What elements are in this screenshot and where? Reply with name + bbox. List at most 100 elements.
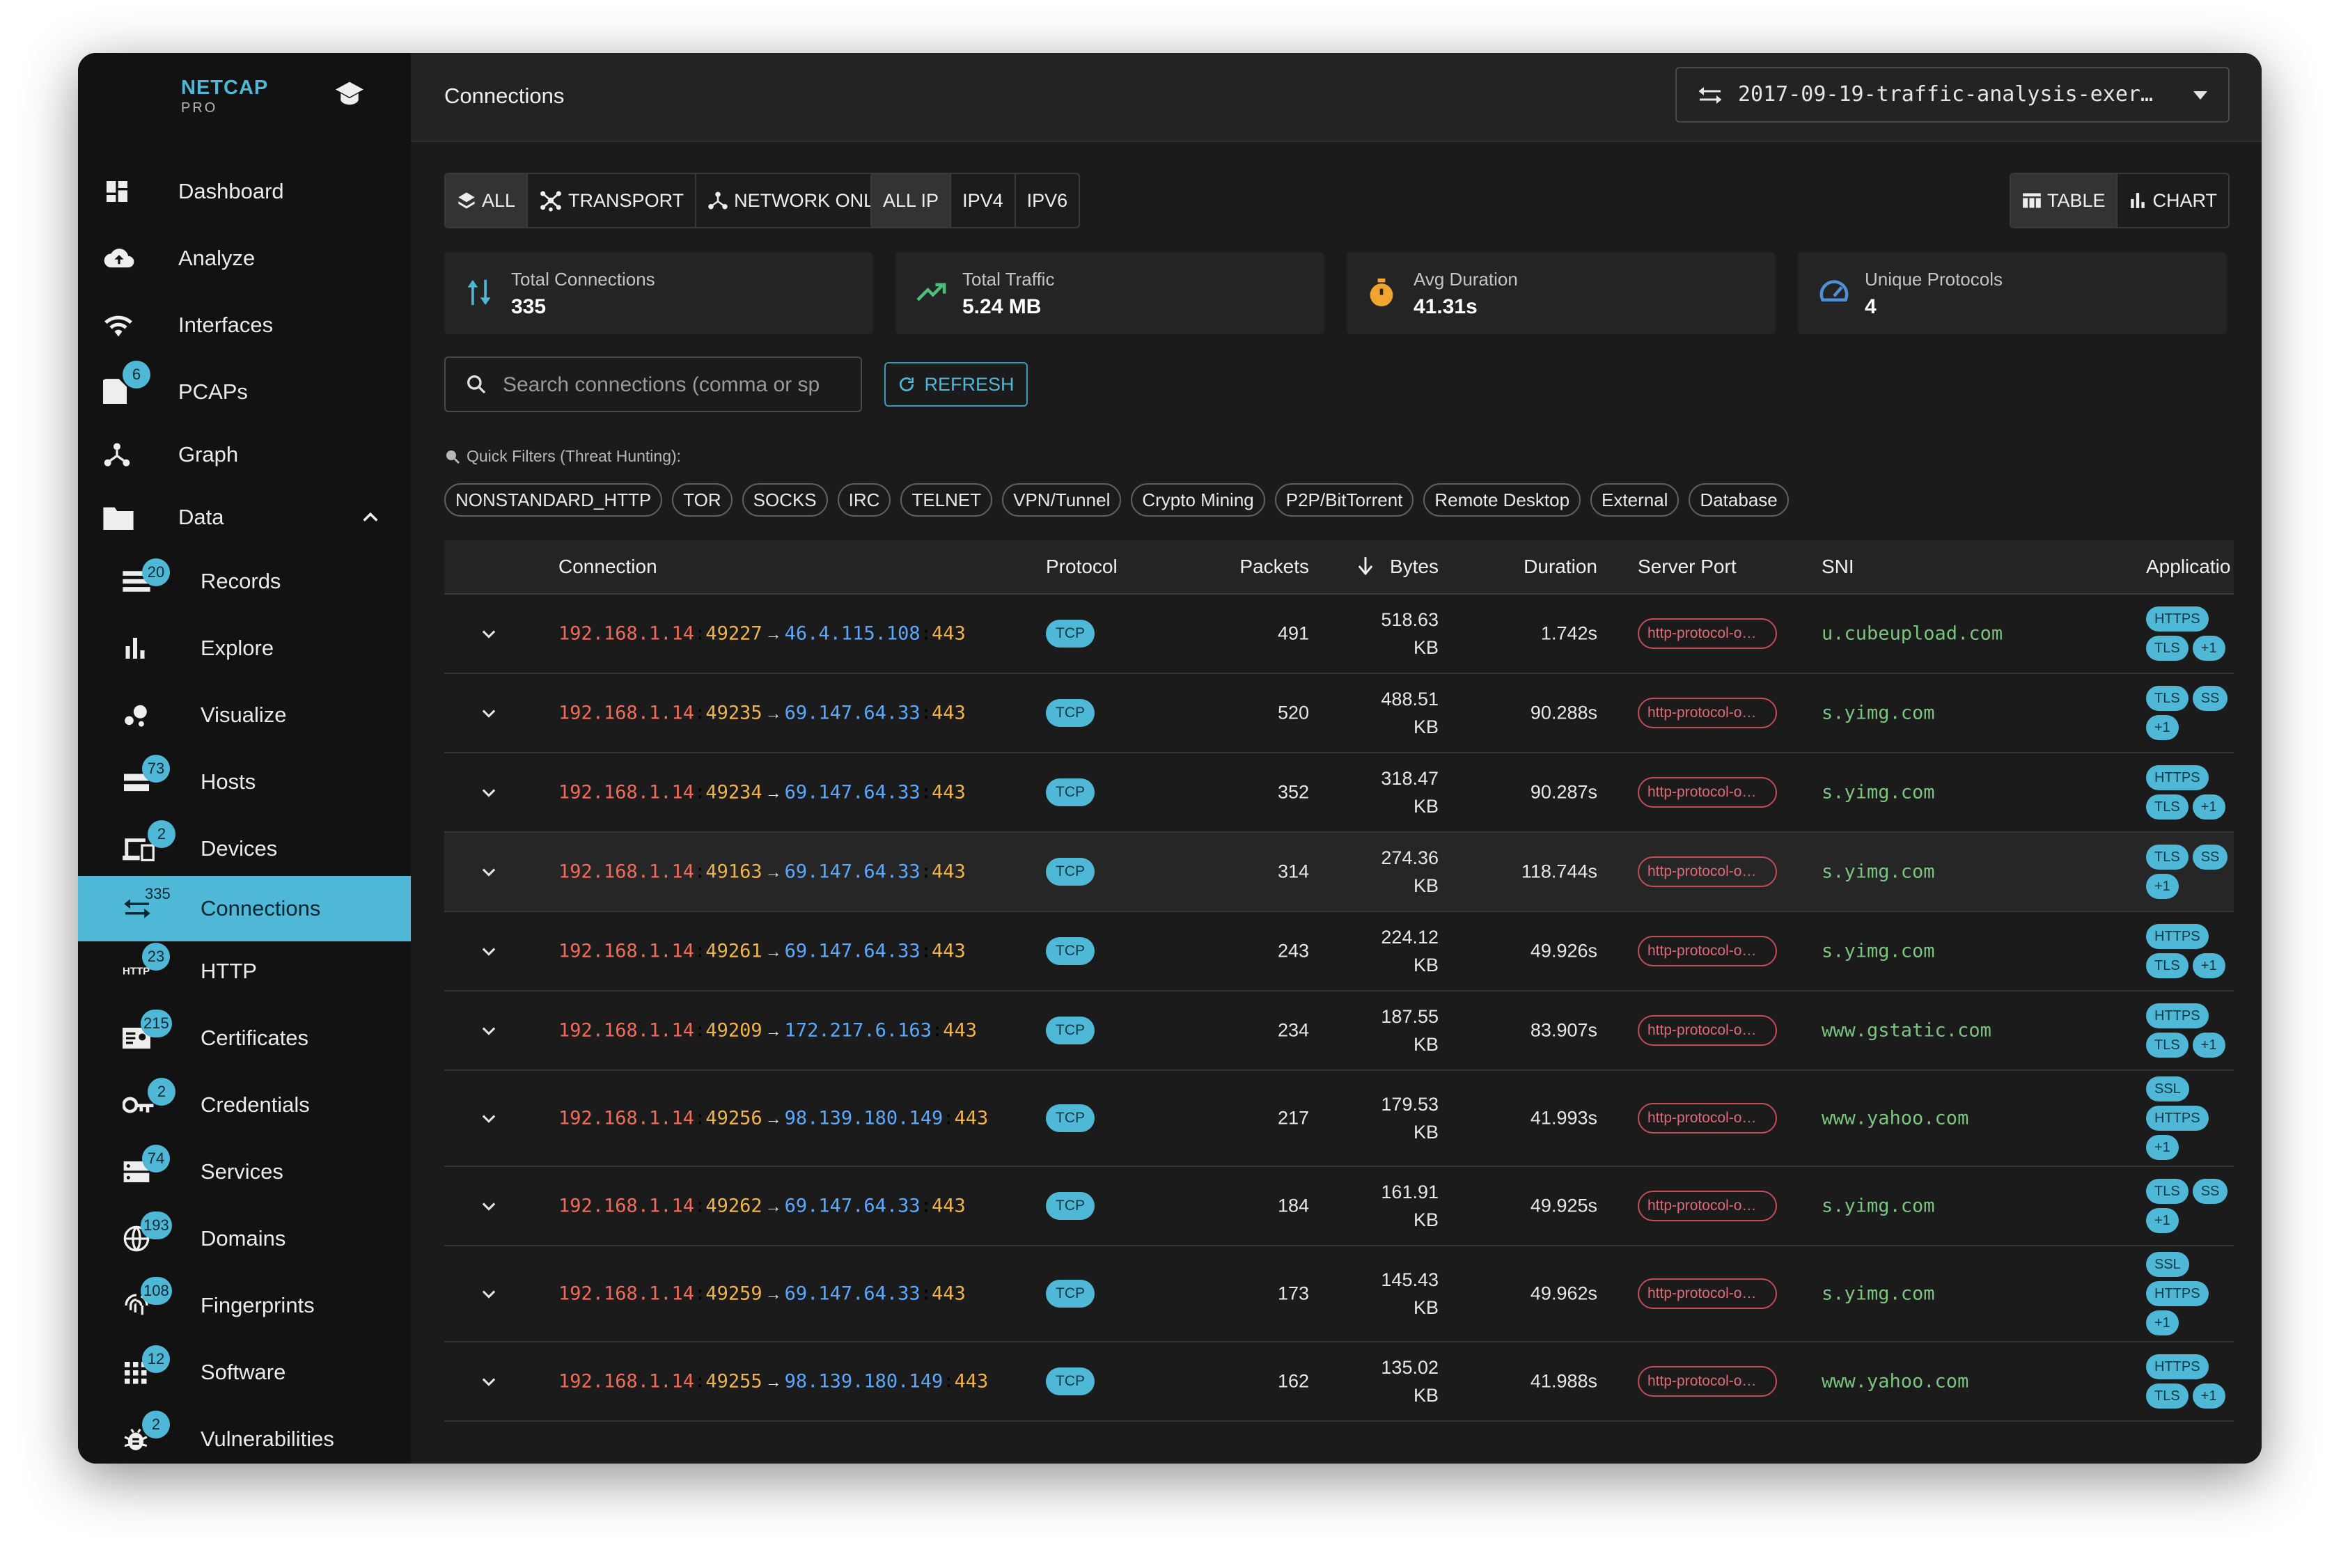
- source-ip: 192.168.1.14: [558, 622, 695, 645]
- column-header-sni[interactable]: SNI: [1822, 556, 1854, 578]
- sidebar-item-data[interactable]: Data: [78, 485, 411, 550]
- server-port-badge: http-protocol-o…: [1638, 1366, 1777, 1397]
- chip-irc[interactable]: IRC: [837, 483, 891, 517]
- bytes-unit: KB: [1413, 1209, 1439, 1230]
- expand-row-chevron-icon[interactable]: [479, 783, 499, 802]
- bytes-cell: 145.43 KB: [1381, 1266, 1439, 1322]
- sidebar-item-pcaps[interactable]: 6 PCAPs: [78, 359, 411, 425]
- graduation-cap-icon[interactable]: [334, 79, 365, 107]
- table-row[interactable]: 192.168.1.14:49234 → 69.147.64.33:443 TCP 35…: [444, 753, 2234, 833]
- pcap-file-select[interactable]: 2017-09-19-traffic-analysis-exer…: [1675, 67, 2230, 123]
- table-row[interactable]: 192.168.1.14:49235 → 69.147.64.33:443 TCP 52…: [444, 674, 2234, 753]
- sidebar-item-credentials[interactable]: 2 Credentials: [78, 1072, 411, 1138]
- column-header-protocol[interactable]: Protocol: [1046, 556, 1118, 578]
- expand-row-chevron-icon[interactable]: [479, 624, 499, 643]
- table-row[interactable]: 192.168.1.14:49209 → 172.217.6.163:443 TCP 2…: [444, 991, 2234, 1071]
- table-row[interactable]: 192.168.1.14:49261 → 69.147.64.33:443 TCP 24…: [444, 912, 2234, 991]
- filter-ipv6-button[interactable]: IPV6: [1016, 174, 1079, 227]
- sidebar-item-vulnerabilities[interactable]: 2 Vulnerabilities: [78, 1406, 411, 1464]
- expand-row-chevron-icon[interactable]: [479, 1108, 499, 1128]
- chip-database[interactable]: Database: [1689, 483, 1789, 517]
- view-chart-button[interactable]: CHART: [2117, 174, 2228, 227]
- app-badge: SSL: [2146, 1076, 2189, 1101]
- bytes-unit: KB: [1413, 1034, 1439, 1055]
- app-badge: TLS: [2146, 1383, 2189, 1409]
- chip-telnet[interactable]: TELNET: [900, 483, 993, 517]
- sidebar-item-records[interactable]: 20 Records: [78, 549, 411, 614]
- search-input[interactable]: [501, 358, 856, 412]
- table-row[interactable]: 192.168.1.14:49259 → 69.147.64.33:443 TCP 17…: [444, 1246, 2234, 1342]
- stat-card-unique-protocols: Unique Protocols 4: [1798, 252, 2227, 334]
- packets-cell: 352: [1277, 781, 1309, 803]
- chip-vpn-tunnel[interactable]: VPN/Tunnel: [1002, 483, 1122, 517]
- sidebar-item-certificates[interactable]: 215 Certificates: [78, 1005, 411, 1071]
- filter-transport-button[interactable]: TRANSPORT: [528, 174, 697, 227]
- column-header-packets[interactable]: Packets: [1239, 556, 1309, 578]
- expand-row-chevron-icon[interactable]: [479, 941, 499, 961]
- table-row[interactable]: 192.168.1.14:49256 → 98.139.180.149:443 TCP…: [444, 1071, 2234, 1167]
- sidebar-item-interfaces[interactable]: Interfaces: [78, 292, 411, 358]
- column-header-connection[interactable]: Connection: [558, 556, 657, 578]
- chip-external[interactable]: External: [1590, 483, 1680, 517]
- expand-row-chevron-icon[interactable]: [479, 862, 499, 881]
- sidebar-item-fingerprints[interactable]: 108 Fingerprints: [78, 1273, 411, 1338]
- expand-row-chevron-icon[interactable]: [479, 1021, 499, 1040]
- sidebar-item-explore[interactable]: Explore: [78, 616, 411, 681]
- expand-row-chevron-icon[interactable]: [479, 1284, 499, 1303]
- sidebar-item-visualize[interactable]: Visualize: [78, 682, 411, 748]
- expand-row-chevron-icon[interactable]: [479, 1196, 499, 1216]
- packets-cell: 243: [1277, 940, 1309, 962]
- table-row[interactable]: 192.168.1.14:49163 → 69.147.64.33:443 TCP 31…: [444, 833, 2234, 912]
- bytes-unit: KB: [1413, 875, 1439, 896]
- column-header-server-port[interactable]: Server Port: [1638, 556, 1737, 578]
- sidebar-item-dashboard[interactable]: Dashboard: [78, 159, 411, 224]
- expand-row-chevron-icon[interactable]: [479, 1372, 499, 1391]
- application-badges: SSL HTTPS +1: [2146, 1252, 2234, 1335]
- chip-p2p-bittorrent[interactable]: P2P/BitTorrent: [1274, 483, 1414, 517]
- sidebar-item-software[interactable]: 12 Software: [78, 1340, 411, 1405]
- network-icon: [708, 191, 728, 210]
- table-row[interactable]: [444, 1422, 2234, 1450]
- chip-nonstandard-http[interactable]: NONSTANDARD_HTTP: [444, 483, 663, 517]
- filter-ipv4-button[interactable]: IPV4: [951, 174, 1016, 227]
- column-header-duration[interactable]: Duration: [1524, 556, 1597, 578]
- sidebar-item-devices[interactable]: 2 Devices: [78, 816, 411, 881]
- chip-tor[interactable]: TOR: [672, 483, 733, 517]
- chip-crypto-mining[interactable]: Crypto Mining: [1131, 483, 1265, 517]
- filter-network-only-button[interactable]: NETWORK ONLY: [696, 174, 896, 227]
- duration-cell: 118.744s: [1521, 861, 1597, 882]
- column-header-application[interactable]: Applicatio: [2146, 556, 2230, 578]
- chip-remote-desktop[interactable]: Remote Desktop: [1423, 483, 1581, 517]
- table-row[interactable]: 192.168.1.14:49255 → 98.139.180.149:443 TCP…: [444, 1342, 2234, 1422]
- table-row[interactable]: 192.168.1.14:49227 → 46.4.115.108:443 TCP 49…: [444, 595, 2234, 674]
- sidebar-item-domains[interactable]: 193 Domains: [78, 1206, 411, 1271]
- protocol-badge: TCP: [1046, 1280, 1095, 1308]
- sidebar-item-hosts[interactable]: 73 Hosts: [78, 749, 411, 815]
- view-table-button[interactable]: TABLE: [2010, 174, 2118, 227]
- connection-cell: 192.168.1.14:49261 → 69.147.64.33:443: [558, 940, 966, 962]
- sidebar-item-services[interactable]: 74 Services: [78, 1139, 411, 1205]
- filter-ipv6-label: IPV6: [1026, 189, 1068, 211]
- column-header-bytes[interactable]: Bytes: [1390, 556, 1439, 578]
- connection-cell: 192.168.1.14:49259 → 69.147.64.33:443: [558, 1283, 966, 1305]
- view-chart-label: CHART: [2152, 189, 2217, 211]
- table-row[interactable]: 192.168.1.14:49262 → 69.147.64.33:443 TCP 18…: [444, 1167, 2234, 1246]
- destination-ip: 69.147.64.33: [784, 940, 921, 962]
- chip-socks[interactable]: SOCKS: [742, 483, 828, 517]
- sidebar-item-http[interactable]: HTTP 23 HTTP: [78, 939, 411, 1004]
- graph-icon: [104, 443, 130, 467]
- filter-all-ip-button[interactable]: ALL IP: [872, 174, 952, 227]
- expand-row-chevron-icon[interactable]: [479, 703, 499, 723]
- bytes-unit: KB: [1413, 796, 1439, 817]
- refresh-button[interactable]: REFRESH: [884, 362, 1028, 407]
- bytes-unit: KB: [1413, 1297, 1439, 1318]
- layers-icon: [458, 192, 475, 209]
- sidebar-item-connections[interactable]: 335 Connections: [78, 876, 411, 941]
- chevron-up-icon[interactable]: [361, 508, 380, 527]
- filter-all-button[interactable]: ALL: [446, 174, 529, 227]
- vulnerabilities-count-badge: 2: [142, 1411, 170, 1438]
- sort-descending-icon[interactable]: [1358, 557, 1373, 575]
- sidebar-item-analyze[interactable]: Analyze: [78, 226, 411, 291]
- speedometer-icon: [1819, 280, 1849, 301]
- sidebar-item-graph[interactable]: Graph: [78, 422, 411, 487]
